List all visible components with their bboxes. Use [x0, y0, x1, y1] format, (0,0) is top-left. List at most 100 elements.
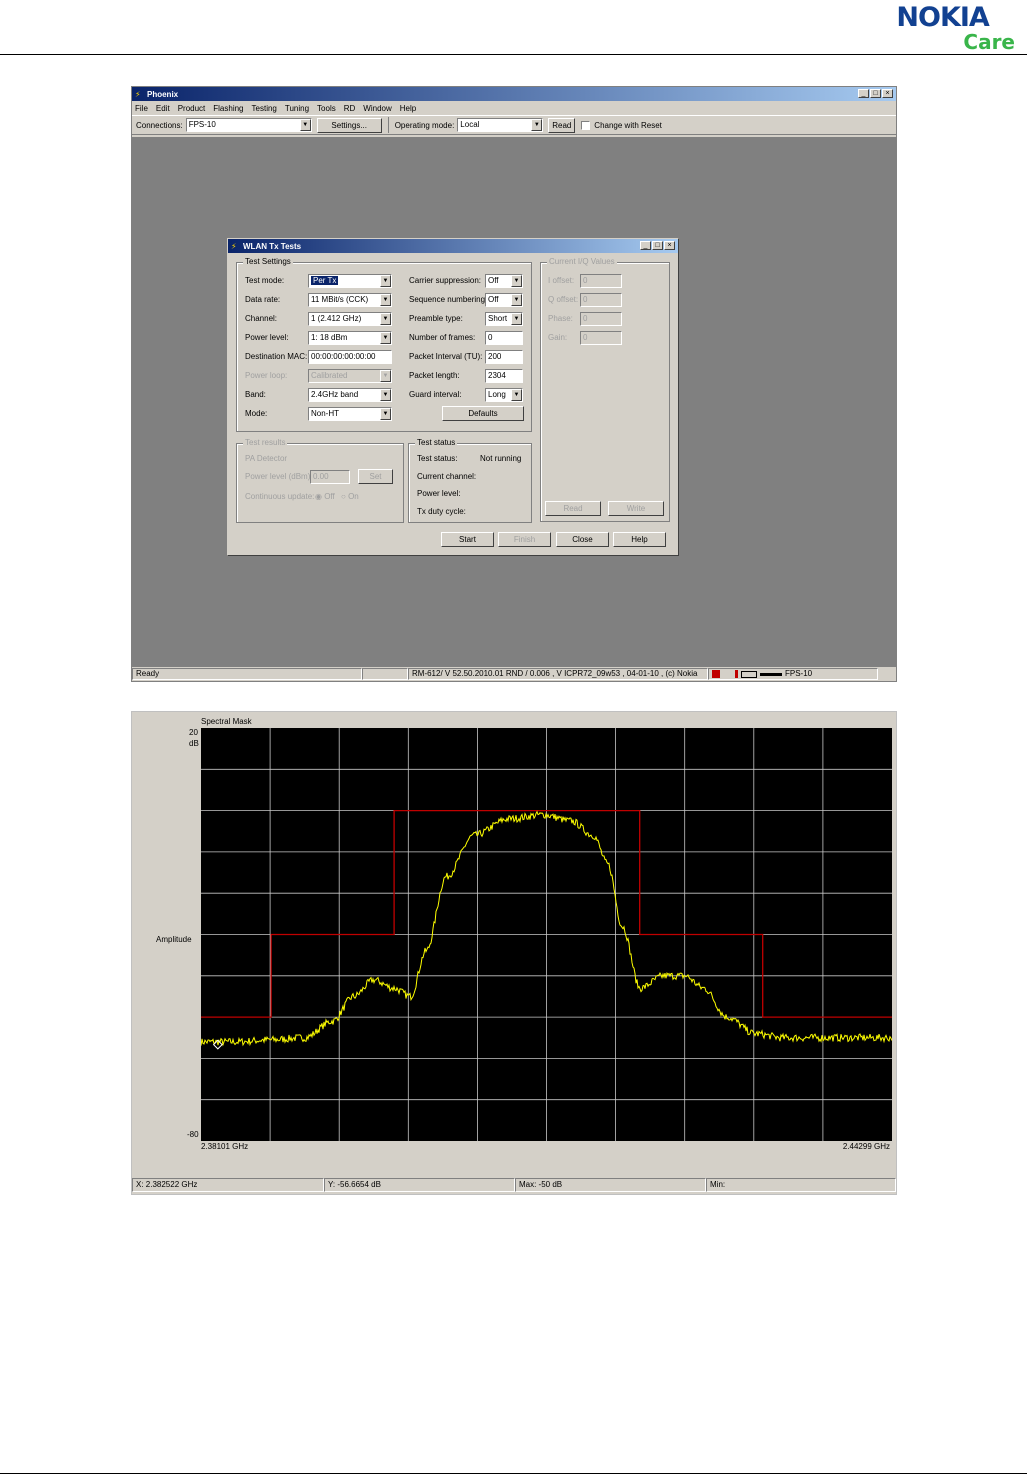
spectrum-title: Spectral Mask	[201, 717, 252, 726]
set-button: Set	[358, 469, 393, 484]
gain-input: 0	[580, 331, 622, 345]
guard-interval-label: Guard interval:	[409, 390, 462, 399]
dialog-maximize-button[interactable]: □	[652, 241, 663, 250]
data-rate-label: Data rate:	[245, 295, 281, 304]
carrier-suppression-select[interactable]: Off ▼	[485, 274, 523, 288]
number-of-frames-input[interactable]: 0	[485, 331, 523, 345]
chevron-down-icon[interactable]: ▼	[380, 408, 391, 420]
chevron-down-icon[interactable]: ▼	[511, 275, 522, 287]
packet-interval-input[interactable]: 200	[485, 350, 523, 364]
close-dialog-button[interactable]: Close	[556, 532, 609, 547]
y-unit-label: dB	[189, 739, 199, 748]
menu-help[interactable]: Help	[400, 104, 416, 113]
maximize-button[interactable]: □	[870, 89, 881, 98]
spectrum-plot-area[interactable]	[200, 728, 893, 1141]
menu-flashing[interactable]: Flashing	[213, 104, 243, 113]
iq-read-button: Read	[545, 501, 601, 516]
opmode-label: Operating mode:	[394, 120, 455, 130]
opmode-value: Local	[460, 120, 480, 129]
i-offset-label: I offset:	[548, 276, 575, 285]
spectral-mask-panel: Spectral Mask 20 dB Amplitude -80 2.3810…	[131, 711, 897, 1195]
chevron-down-icon[interactable]: ▼	[299, 119, 311, 131]
toolbar-separator	[387, 117, 389, 133]
off-radio-label: Off	[324, 492, 335, 501]
minimize-button[interactable]: _	[858, 89, 869, 98]
result-power-level-label: Power level (dBm):	[245, 472, 313, 481]
chevron-down-icon[interactable]: ▼	[380, 313, 391, 325]
preamble-type-select[interactable]: Short ▼	[485, 312, 523, 326]
channel-label: Channel:	[245, 314, 278, 323]
start-button[interactable]: Start	[441, 532, 494, 547]
channel-select[interactable]: 1 (2.412 GHz) ▼	[308, 312, 392, 326]
change-with-reset-checkbox[interactable]	[581, 120, 591, 130]
i-offset-input: 0	[580, 274, 622, 288]
band-value: 2.4GHz band	[311, 390, 359, 399]
pa-detector-label: PA Detector	[245, 454, 288, 463]
menu-file[interactable]: File	[135, 104, 148, 113]
readout-y: Y: -56.6654 dB	[324, 1178, 515, 1192]
phoenix-app-icon: ⚡	[135, 89, 141, 99]
mdi-workspace: ⚡ WLAN Tx Tests _ □ × Test Settings Test…	[132, 137, 896, 667]
mode-label: Mode:	[245, 409, 268, 418]
guard-interval-select[interactable]: Long ▼	[485, 388, 523, 402]
power-level-select[interactable]: 1: 18 dBm ▼	[308, 331, 392, 345]
close-button[interactable]: ×	[882, 89, 893, 98]
opmode-select[interactable]: Local ▼	[457, 118, 544, 132]
chevron-down-icon[interactable]: ▼	[380, 275, 391, 287]
menu-product[interactable]: Product	[178, 104, 206, 113]
menu-testing[interactable]: Testing	[252, 104, 277, 113]
menu-tools[interactable]: Tools	[317, 104, 336, 113]
status-version: RM-612/ V 52.50.2010.01 RND / 0.006 , V …	[408, 668, 708, 680]
data-rate-select[interactable]: 11 MBit/s (CCK) ▼	[308, 293, 392, 307]
guard-interval-value: Long	[488, 390, 506, 399]
q-offset-label: Q offset:	[548, 295, 579, 304]
test-mode-select[interactable]: Per Tx ▼	[308, 274, 392, 288]
data-rate-value: 11 MBit/s (CCK)	[311, 295, 369, 304]
defaults-button[interactable]: Defaults	[442, 406, 524, 421]
test-results-legend: Test results	[243, 438, 288, 447]
power-level-label: Power level:	[245, 333, 289, 342]
packet-length-input[interactable]: 2304	[485, 369, 523, 383]
readout-max: Max: -50 dB	[515, 1178, 706, 1192]
iq-values-legend: Current I/Q Values	[547, 257, 617, 266]
chevron-down-icon[interactable]: ▼	[511, 313, 522, 325]
dialog-titlebar[interactable]: ⚡ WLAN Tx Tests _ □ ×	[228, 239, 678, 253]
menu-rd[interactable]: RD	[344, 104, 356, 113]
menu-edit[interactable]: Edit	[156, 104, 170, 113]
menu-bar: File Edit Product Flashing Testing Tunin…	[132, 101, 896, 115]
mode-select[interactable]: Non-HT ▼	[308, 407, 392, 421]
off-radio: ◉ Off	[315, 492, 335, 501]
read-button[interactable]: Read	[548, 117, 576, 133]
spectrum-readout-bar: X: 2.382522 GHz Y: -56.6654 dB Max: -50 …	[132, 1178, 898, 1194]
preamble-type-value: Short	[488, 314, 508, 323]
nokia-wordmark: NOKIA	[896, 2, 989, 33]
destination-mac-input[interactable]: 00:00:00:00:00:00	[308, 350, 392, 364]
band-select[interactable]: 2.4GHz band ▼	[308, 388, 392, 402]
menu-window[interactable]: Window	[363, 104, 391, 113]
test-mode-label: Test mode:	[245, 276, 285, 285]
settings-button[interactable]: Settings...	[316, 117, 382, 133]
menu-tuning[interactable]: Tuning	[285, 104, 309, 113]
connection-toolbar: Connections: FPS-10 ▼ Settings... Operat…	[132, 115, 896, 135]
power-loop-label: Power loop:	[245, 371, 288, 380]
status-box-icon	[741, 670, 757, 678]
chevron-down-icon[interactable]: ▼	[511, 389, 522, 401]
finish-button: Finish	[498, 532, 551, 547]
chevron-down-icon[interactable]: ▼	[380, 332, 391, 344]
test-settings-legend: Test Settings	[243, 257, 293, 266]
current-channel-label: Current channel:	[417, 472, 477, 481]
chevron-down-icon[interactable]: ▼	[531, 119, 543, 131]
dialog-close-button[interactable]: ×	[664, 241, 675, 250]
phoenix-titlebar[interactable]: ⚡ Phoenix _ □ ×	[132, 87, 896, 101]
readout-x: X: 2.382522 GHz	[132, 1178, 324, 1192]
connections-select[interactable]: FPS-10 ▼	[185, 118, 312, 132]
chevron-down-icon[interactable]: ▼	[380, 294, 391, 306]
help-button[interactable]: Help	[613, 532, 666, 547]
care-wordmark: Care	[963, 30, 1015, 54]
dialog-minimize-button[interactable]: _	[640, 241, 651, 250]
chevron-down-icon[interactable]: ▼	[380, 389, 391, 401]
phase-input: 0	[580, 312, 622, 326]
carrier-suppression-value: Off	[488, 276, 499, 285]
chevron-down-icon[interactable]: ▼	[511, 294, 522, 306]
sequence-numbering-select[interactable]: Off ▼	[485, 293, 523, 307]
